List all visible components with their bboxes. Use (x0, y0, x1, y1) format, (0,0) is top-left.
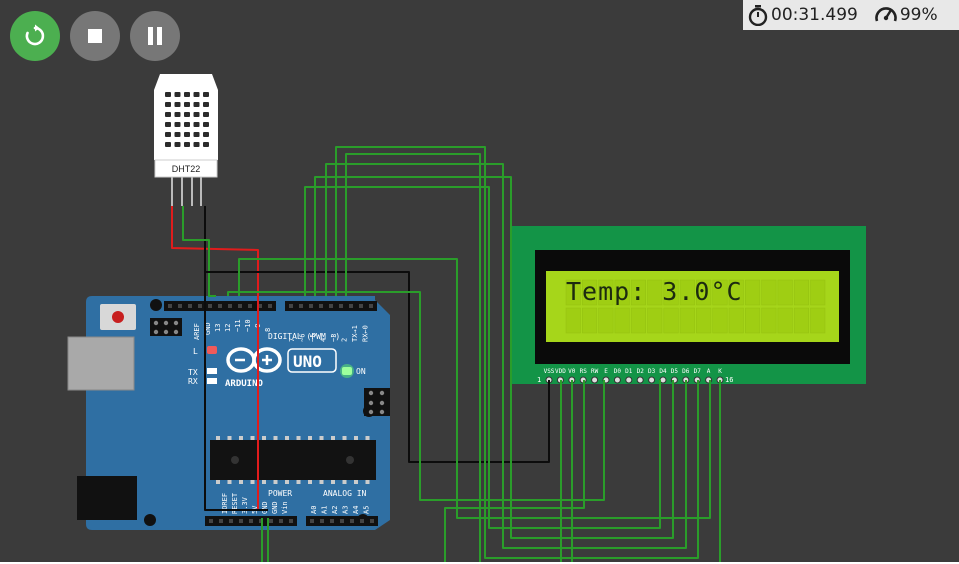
lcd-pin-label: D2 (637, 368, 645, 375)
digital-pin-label: ~3 (330, 334, 338, 342)
lcd-pin-label: D1 (625, 368, 633, 375)
simulation-speed: 99% (899, 5, 938, 25)
stop-icon (88, 29, 102, 43)
lcd-pin-label: D6 (682, 368, 690, 375)
lcd-pin-last-label: 16 (725, 376, 733, 384)
tx-label: TX (188, 368, 198, 377)
digital-pin-label: TX→1 (351, 325, 359, 342)
simulation-canvas[interactable]: VSS VDD V0 RS RW E D0 D1 D2 D3 D4 D5 D6 D7 A K 1 16 (0, 0, 959, 562)
analog-label: ANALOG IN (323, 489, 367, 498)
digital-pin-label: ~10 (244, 319, 252, 332)
power-label: POWER (268, 489, 292, 498)
wire-lcd-rs (444, 380, 585, 562)
l-led (207, 346, 217, 354)
digital-pin-label: 8 (264, 328, 272, 332)
power-jack (77, 476, 137, 520)
pause-simulation-button[interactable] (130, 11, 180, 61)
dht22-sensor[interactable]: DHT22 (154, 74, 218, 206)
power-pin-label: Vin (281, 501, 289, 514)
speedometer-icon (874, 4, 898, 26)
lcd-pin-label: VDD (555, 368, 566, 375)
uno-label: UNO (293, 352, 322, 371)
digital-pin-label: 2 (341, 338, 349, 342)
digital-pin-label: 12 (224, 324, 232, 332)
restart-icon (25, 24, 45, 46)
wire-dht-data (182, 206, 216, 297)
lcd-pin-label: D4 (659, 368, 667, 375)
digital-pin-label: ~11 (234, 319, 242, 332)
analog-pin-label: A2 (331, 506, 339, 514)
digital-pin-label: 13 (214, 324, 222, 332)
arduino-uno-board[interactable]: UNO ARDUINO DIGITAL (PWM ~) POWER ANALOG… (67, 296, 390, 530)
restart-simulation-button[interactable] (10, 11, 60, 61)
pause-icon (148, 27, 162, 45)
digital-pin-label: ~6 (299, 334, 307, 342)
lcd-pin-first-label: 1 (537, 376, 541, 384)
on-led (342, 367, 352, 375)
lcd-pin-label: D0 (614, 368, 622, 375)
digital-pin-label: ~5 (309, 334, 317, 342)
digital-pin-label: RX←0 (362, 325, 370, 342)
lcd-pin-label: RS (580, 368, 588, 375)
lcd-pin-label: D5 (671, 368, 679, 375)
lcd-pin-label: E (604, 368, 608, 375)
usb-port (67, 336, 135, 391)
power-pin-label: GND (261, 501, 269, 514)
analog-pin-label: A0 (310, 506, 318, 514)
stopwatch-icon (747, 4, 769, 26)
rx-label: RX (188, 377, 198, 386)
analog-pin-label: A5 (363, 506, 371, 514)
reset-button-cap[interactable] (112, 311, 124, 323)
analog-pin-label: A1 (321, 506, 329, 514)
analog-pin-label: A3 (342, 506, 350, 514)
simulation-status-bar: 00:31.499 99% (743, 0, 959, 30)
lcd-display-text: Temp: 3.0°C (566, 277, 743, 306)
rx-led (207, 378, 217, 384)
lcd-pin-label: D7 (694, 368, 702, 375)
lcd-pin-label: A (707, 368, 711, 375)
lcd-pin-label: D3 (648, 368, 656, 375)
circuit-diagram: VSS VDD V0 RS RW E D0 D1 D2 D3 D4 D5 D6 D7 A K 1 16 (67, 74, 866, 562)
aref-label: AREF (193, 323, 201, 340)
digital-pin-label: 7 (288, 338, 296, 342)
power-pin-label: GND (271, 501, 279, 514)
tx-led (207, 368, 217, 374)
l-label: L (193, 347, 198, 356)
simulation-timer: 00:31.499 (771, 5, 858, 25)
lcd-pin-label: RW (591, 368, 599, 375)
stop-simulation-button[interactable] (70, 11, 120, 61)
power-pin-label: 3.3V (241, 496, 249, 514)
lcd-pin-label: V0 (568, 368, 576, 375)
analog-pin-label: A4 (352, 506, 360, 514)
dht22-label: DHT22 (172, 164, 201, 174)
on-label: ON (356, 367, 366, 376)
lcd-pin-label: K (718, 368, 722, 375)
lcd-pin-label: VSS (544, 368, 555, 375)
digital-pin-label: 4 (320, 338, 328, 342)
